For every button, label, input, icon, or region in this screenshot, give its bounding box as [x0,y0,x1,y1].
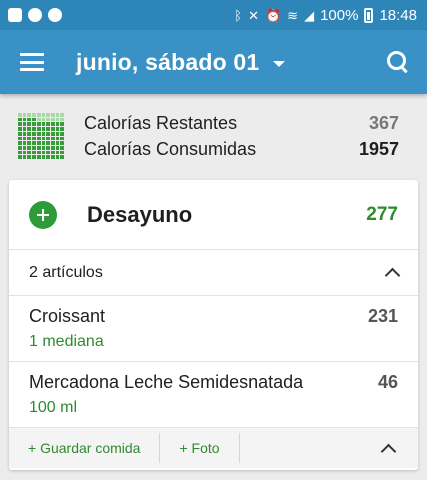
battery-percent: 100% [320,6,359,24]
food-calories: 46 [377,372,398,392]
consumed-row: Calorías Consumidas 1957 [84,136,399,162]
remaining-label: Calorías Restantes [84,113,238,133]
summary-values: Calorías Restantes 367 Calorías Consumid… [84,110,399,162]
search-icon[interactable] [385,49,411,75]
meal-header: Desayuno 277 [9,180,418,250]
add-photo-button[interactable]: + Foto [160,428,238,468]
menu-icon[interactable] [20,53,44,71]
wifi-icon: ≋ [287,7,299,23]
meal-footer: + Guardar comida + Foto [9,428,418,468]
remaining-value: 367 [368,113,399,133]
chevron-up-icon[interactable] [384,267,401,284]
battery-icon [364,7,374,23]
spotify-icon [48,8,62,22]
collapse-chevron-icon[interactable] [380,443,397,459]
consumed-label: Calorías Consumidas [84,139,257,159]
dropdown-caret-icon [273,60,286,67]
status-bar: ᛒ ✕ ⏰ ≋ ◢ 100% 18:48 [0,0,427,30]
divider [238,433,240,463]
food-calories: 231 [367,306,398,326]
alarm-icon: ⏰ [264,7,282,23]
clock: 18:48 [379,6,417,24]
notification-icons [8,8,62,22]
items-toggle[interactable]: 2 artículos [9,250,418,296]
date-selector[interactable]: junio, sábado 01 [76,49,385,76]
consumed-value: 1957 [358,139,399,159]
mute-icon: ✕ [248,7,259,23]
signal-icon: ◢ [304,7,315,23]
save-meal-button[interactable]: + Guardar comida [9,428,159,468]
page-title: junio, sábado 01 [76,48,260,75]
system-icons: ᛒ ✕ ⏰ ≋ ◢ 100% 18:48 [234,7,417,24]
food-name: Croissant [29,306,106,326]
meal-calories: 277 [366,203,398,225]
food-item[interactable]: Croissant 231 1 mediana [9,296,418,362]
calorie-summary[interactable]: Calorías Restantes 367 Calorías Consumid… [0,94,427,176]
meal-name: Desayuno [87,201,193,227]
messenger-icon [28,8,42,22]
food-portion: 1 mediana [29,333,104,350]
food-item[interactable]: Mercadona Leche Semidesnatada 46 100 ml [9,362,418,428]
calorie-progress-grid-icon [18,113,64,159]
remaining-row: Calorías Restantes 367 [84,110,399,136]
food-portion: 100 ml [29,399,78,416]
app-bar: junio, sábado 01 [0,30,427,94]
food-name: Mercadona Leche Semidesnatada [29,372,304,392]
meal-card: Desayuno 277 2 artículos Croissant 231 1… [9,180,418,470]
bluetooth-icon: ᛒ [234,7,243,23]
items-count: 2 artículos [29,263,103,281]
add-food-icon[interactable] [29,200,57,229]
youtube-icon [8,8,22,22]
